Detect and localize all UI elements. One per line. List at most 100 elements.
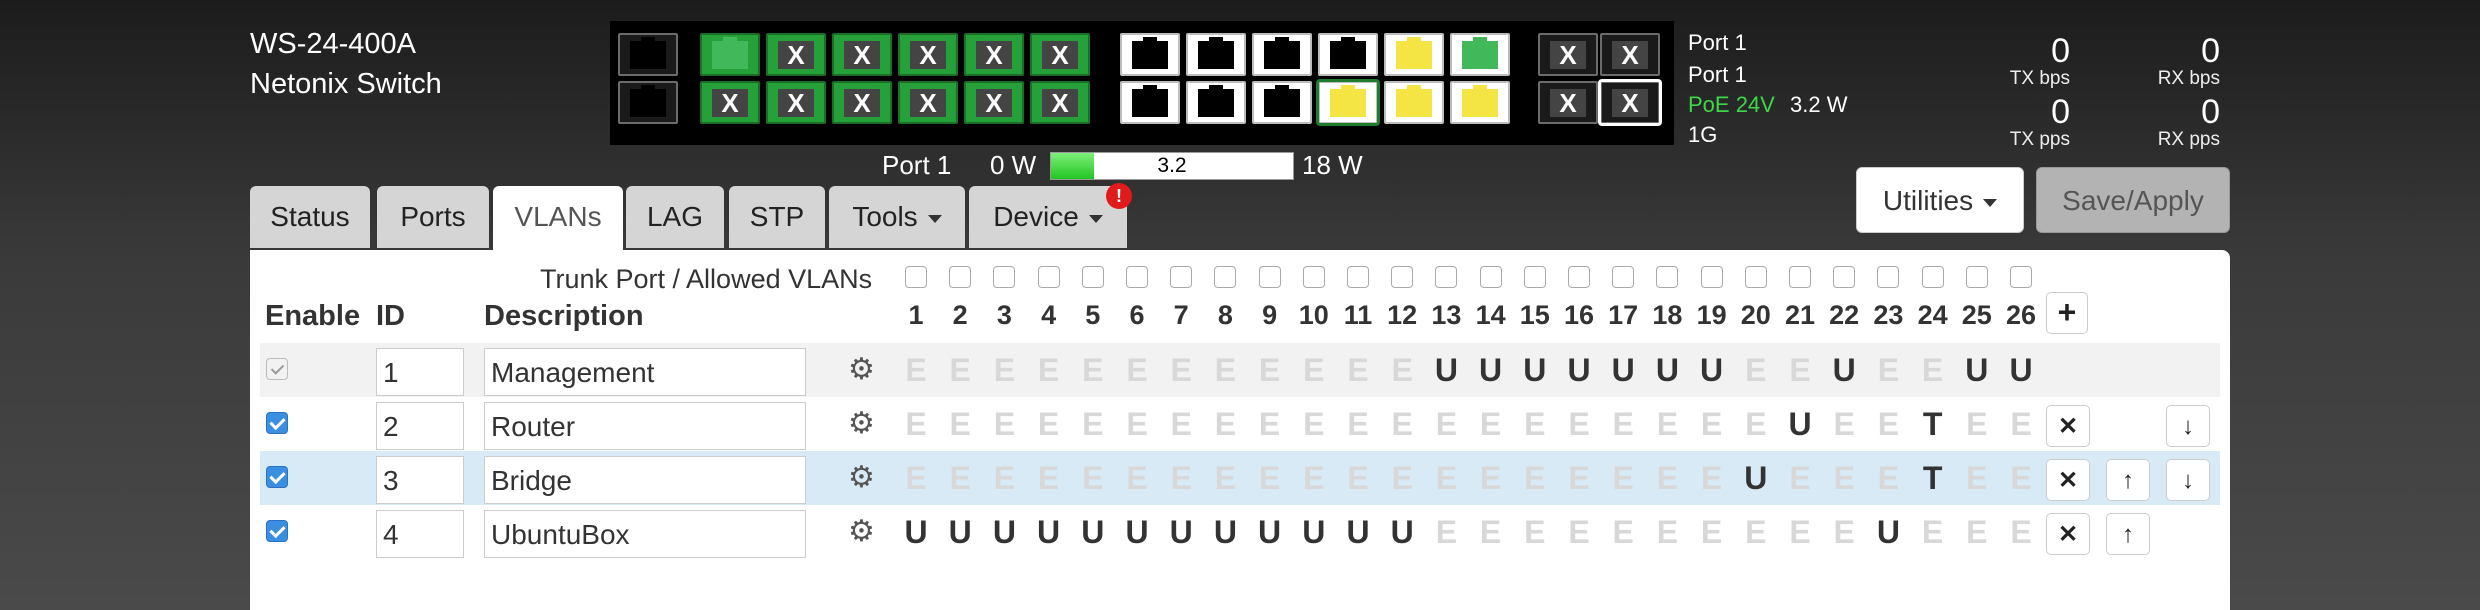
add-vlan-button[interactable]: +	[2046, 292, 2088, 334]
enable-checkbox[interactable]	[266, 520, 288, 542]
port-membership-cell[interactable]: U	[1557, 343, 1601, 397]
port-17[interactable]	[1252, 33, 1312, 76]
port-membership-cell[interactable]: E	[1911, 505, 1955, 559]
save-apply-button[interactable]: Save/Apply	[2036, 167, 2230, 233]
trunk-checkbox-21[interactable]	[1789, 266, 1811, 288]
port-membership-cell[interactable]: E	[1203, 451, 1247, 505]
close-icon[interactable]: ✕	[2046, 513, 2090, 555]
port-membership-cell[interactable]: E	[894, 397, 938, 451]
port-membership-cell[interactable]: E	[1734, 397, 1778, 451]
port-membership-cell[interactable]: E	[1027, 397, 1071, 451]
port-membership-cell[interactable]: E	[1955, 451, 1999, 505]
gear-icon[interactable]: ⚙	[848, 451, 875, 505]
trunk-checkbox-4[interactable]	[1037, 266, 1060, 288]
port-membership-cell[interactable]: E	[1911, 343, 1955, 397]
port-membership-cell[interactable]: E	[1071, 343, 1115, 397]
port-membership-cell[interactable]: E	[1380, 343, 1424, 397]
port-13[interactable]	[1120, 33, 1180, 76]
port-20[interactable]	[1316, 79, 1380, 126]
port-11[interactable]: X	[1030, 33, 1090, 76]
vlan-description-input[interactable]: UbuntuBox	[484, 510, 806, 558]
port-18[interactable]	[1252, 81, 1312, 124]
vlan-id-input[interactable]: 1	[376, 348, 464, 396]
port-membership-cell[interactable]: T	[1911, 451, 1955, 505]
vlan-description-input[interactable]: Router	[484, 402, 806, 450]
port-16[interactable]	[1186, 81, 1246, 124]
port-membership-cell[interactable]: E	[1822, 505, 1866, 559]
port-membership-cell[interactable]: E	[1424, 397, 1468, 451]
port-membership-cell[interactable]: E	[1115, 397, 1159, 451]
arrow-up-icon[interactable]: ↑	[2106, 513, 2150, 555]
port-membership-cell[interactable]: E	[982, 343, 1026, 397]
port-membership-cell[interactable]: E	[1866, 397, 1910, 451]
port-membership-cell[interactable]: U	[1822, 343, 1866, 397]
port-membership-cell[interactable]: U	[1601, 343, 1645, 397]
port-membership-cell[interactable]: E	[1115, 451, 1159, 505]
close-icon[interactable]: ✕	[2046, 459, 2090, 501]
port-membership-cell[interactable]: E	[1469, 451, 1513, 505]
port-membership-cell[interactable]: E	[1601, 451, 1645, 505]
port-membership-cell[interactable]: U	[894, 505, 938, 559]
port-membership-cell[interactable]: U	[1955, 343, 1999, 397]
port-membership-cell[interactable]: U	[1513, 343, 1557, 397]
trunk-checkbox-6[interactable]	[1126, 266, 1148, 288]
port-24[interactable]	[1450, 81, 1510, 124]
port-membership-cell[interactable]: U	[1336, 505, 1380, 559]
trunk-checkbox-9[interactable]	[1258, 266, 1281, 288]
port-membership-cell[interactable]: E	[1071, 397, 1115, 451]
port-21[interactable]	[1384, 33, 1444, 76]
trunk-checkbox-14[interactable]	[1479, 266, 1502, 288]
port-membership-cell[interactable]: U	[982, 505, 1026, 559]
port-membership-cell[interactable]: E	[1203, 397, 1247, 451]
port-membership-cell[interactable]: E	[1469, 397, 1513, 451]
port-membership-cell[interactable]: E	[1645, 505, 1689, 559]
port-1[interactable]	[700, 33, 760, 76]
gear-icon[interactable]: ⚙	[848, 397, 875, 451]
port-membership-cell[interactable]: E	[1866, 343, 1910, 397]
port-membership-cell[interactable]: U	[938, 505, 982, 559]
trunk-checkbox-2[interactable]	[949, 266, 972, 288]
port-membership-cell[interactable]: U	[1734, 451, 1778, 505]
arrow-up-icon[interactable]: ↑	[2106, 459, 2150, 501]
port-membership-cell[interactable]: E	[1822, 451, 1866, 505]
vlan-id-input[interactable]: 4	[376, 510, 464, 558]
port-membership-cell[interactable]: E	[1999, 505, 2043, 559]
port-membership-cell[interactable]: E	[1469, 505, 1513, 559]
enable-checkbox[interactable]	[266, 466, 288, 488]
port-sfp-1[interactable]	[618, 33, 678, 76]
port-12[interactable]: X	[1030, 81, 1090, 124]
tab-tools[interactable]: Tools	[829, 186, 965, 248]
port-23[interactable]	[1450, 33, 1510, 76]
arrow-down-icon[interactable]: ↓	[2166, 405, 2210, 447]
port-membership-cell[interactable]: U	[1203, 505, 1247, 559]
port-membership-cell[interactable]: E	[1513, 505, 1557, 559]
trunk-checkbox-23[interactable]	[1877, 266, 1900, 288]
port-19[interactable]	[1318, 33, 1378, 76]
port-membership-cell[interactable]: E	[1778, 343, 1822, 397]
enable-checkbox[interactable]	[266, 412, 288, 434]
port-3[interactable]: X	[766, 33, 826, 76]
port-9[interactable]: X	[964, 33, 1024, 76]
port-membership-cell[interactable]: E	[1999, 451, 2043, 505]
port-membership-cell[interactable]: U	[1027, 505, 1071, 559]
tab-vlans[interactable]: VLANs	[493, 186, 623, 252]
port-membership-cell[interactable]: E	[1557, 397, 1601, 451]
trunk-checkbox-24[interactable]	[1921, 266, 1944, 288]
port-membership-cell[interactable]: E	[1955, 505, 1999, 559]
trunk-checkbox-22[interactable]	[1833, 266, 1856, 288]
port-26[interactable]: X	[1600, 33, 1660, 76]
port-membership-cell[interactable]: E	[1292, 397, 1336, 451]
port-membership-cell[interactable]: E	[1734, 343, 1778, 397]
tab-status[interactable]: Status	[250, 186, 370, 248]
tab-ports[interactable]: Ports	[377, 186, 489, 248]
port-membership-cell[interactable]: E	[1690, 451, 1734, 505]
port-membership-cell[interactable]: E	[1645, 397, 1689, 451]
close-icon[interactable]: ✕	[2046, 405, 2090, 447]
port-membership-cell[interactable]: U	[1999, 343, 2043, 397]
port-membership-cell[interactable]: E	[1380, 397, 1424, 451]
port-membership-cell[interactable]: E	[1645, 451, 1689, 505]
port-membership-cell[interactable]: E	[1380, 451, 1424, 505]
port-membership-cell[interactable]: E	[1734, 505, 1778, 559]
port-membership-cell[interactable]: E	[1027, 343, 1071, 397]
tab-device[interactable]: Device	[969, 186, 1127, 248]
